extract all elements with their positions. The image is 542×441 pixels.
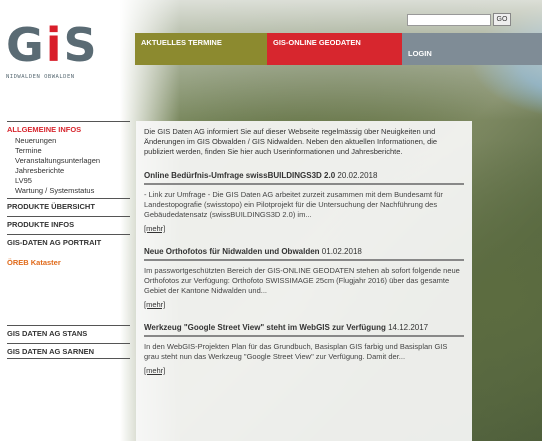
logo-letter-i: i [45,18,62,72]
sidebar-item-sarnen[interactable]: GIS DATEN AG SARNEN [7,343,130,359]
sidebar-subitem-wartung[interactable]: Wartung / Systemstatus [7,186,130,196]
search-input[interactable] [407,14,491,26]
news-date: 20.02.2018 [337,171,378,180]
go-button[interactable]: GO [493,13,511,26]
news-date: 01.02.2018 [321,247,362,256]
news-item: Werkzeug "Google Street View" steht im W… [144,323,464,389]
sidebar-item-produkte-infos[interactable]: PRODUKTE INFOS [7,216,130,231]
news-title: Werkzeug "Google Street View" steht im W… [144,323,464,337]
sidebar-subitem-neuerungen[interactable]: Neuerungen [7,136,130,146]
logo-subtitle: NIDWALDEN OBWALDEN [6,74,75,80]
news-title-text: Online Bedürfnis-Umfrage swissBUILDINGS3… [144,171,336,180]
news-more-link[interactable]: [mehr] [144,300,165,309]
news-item: Neue Orthofotos für Nidwalden und Obwald… [144,247,464,323]
news-title-text: Neue Orthofotos für Nidwalden und Obwald… [144,247,320,256]
news-title: Neue Orthofotos für Nidwalden und Obwald… [144,247,464,261]
sidebar-subitem-veranstaltungsunterlagen[interactable]: Veranstaltungsunterlagen [7,156,130,166]
news-date: 14.12.2017 [388,323,429,332]
sidebar-item-oreb-kataster[interactable]: ÖREB Kataster [7,255,130,269]
news-body: Im passwortgeschützten Bereich der GIS-O… [144,266,460,295]
news-body: - Link zur Umfrage - Die GIS Daten AG ar… [144,190,443,219]
sidebar-subitem-termine[interactable]: Termine [7,146,130,156]
nav-gis-online-geodaten[interactable]: GIS-ONLINE GEODATEN [267,33,402,65]
sidebar-item-produkte-uebersicht[interactable]: PRODUKTE ÜBERSICHT [7,198,130,213]
news-item: Online Bedürfnis-Umfrage swissBUILDINGS3… [144,171,464,247]
logo-letter-s: S [63,18,97,72]
news-body: In den WebGIS-Projekten Plan für das Gru… [144,342,448,361]
sidebar-item-stans[interactable]: GIS DATEN AG STANS [7,325,130,340]
news-more-link[interactable]: [mehr] [144,224,165,233]
sidebar-item-portrait[interactable]: GIS-DATEN AG PORTRAIT [7,234,130,249]
sidebar-subitem-lv95[interactable]: LV95 [7,176,130,186]
sidebar: ALLGEMEINE INFOS Neuerungen Termine Vera… [7,121,130,359]
gis-logo[interactable]: G i S NIDWALDEN OBWALDEN [6,22,116,80]
nav-login[interactable]: LOGIN [402,33,542,65]
sidebar-item-allgemeine-infos[interactable]: ALLGEMEINE INFOS [7,121,130,136]
main-content: Die GIS Daten AG informiert Sie auf dies… [136,121,472,441]
news-title-text: Werkzeug "Google Street View" steht im W… [144,323,386,332]
nav-aktuelles-termine[interactable]: AKTUELLES TERMINE [135,33,267,65]
intro-text: Die GIS Daten AG informiert Sie auf dies… [144,127,438,156]
logo-letter-g: G [6,18,44,72]
sidebar-subitem-jahresberichte[interactable]: Jahresberichte [7,166,130,176]
news-title: Online Bedürfnis-Umfrage swissBUILDINGS3… [144,171,464,185]
news-more-link[interactable]: [mehr] [144,366,165,375]
